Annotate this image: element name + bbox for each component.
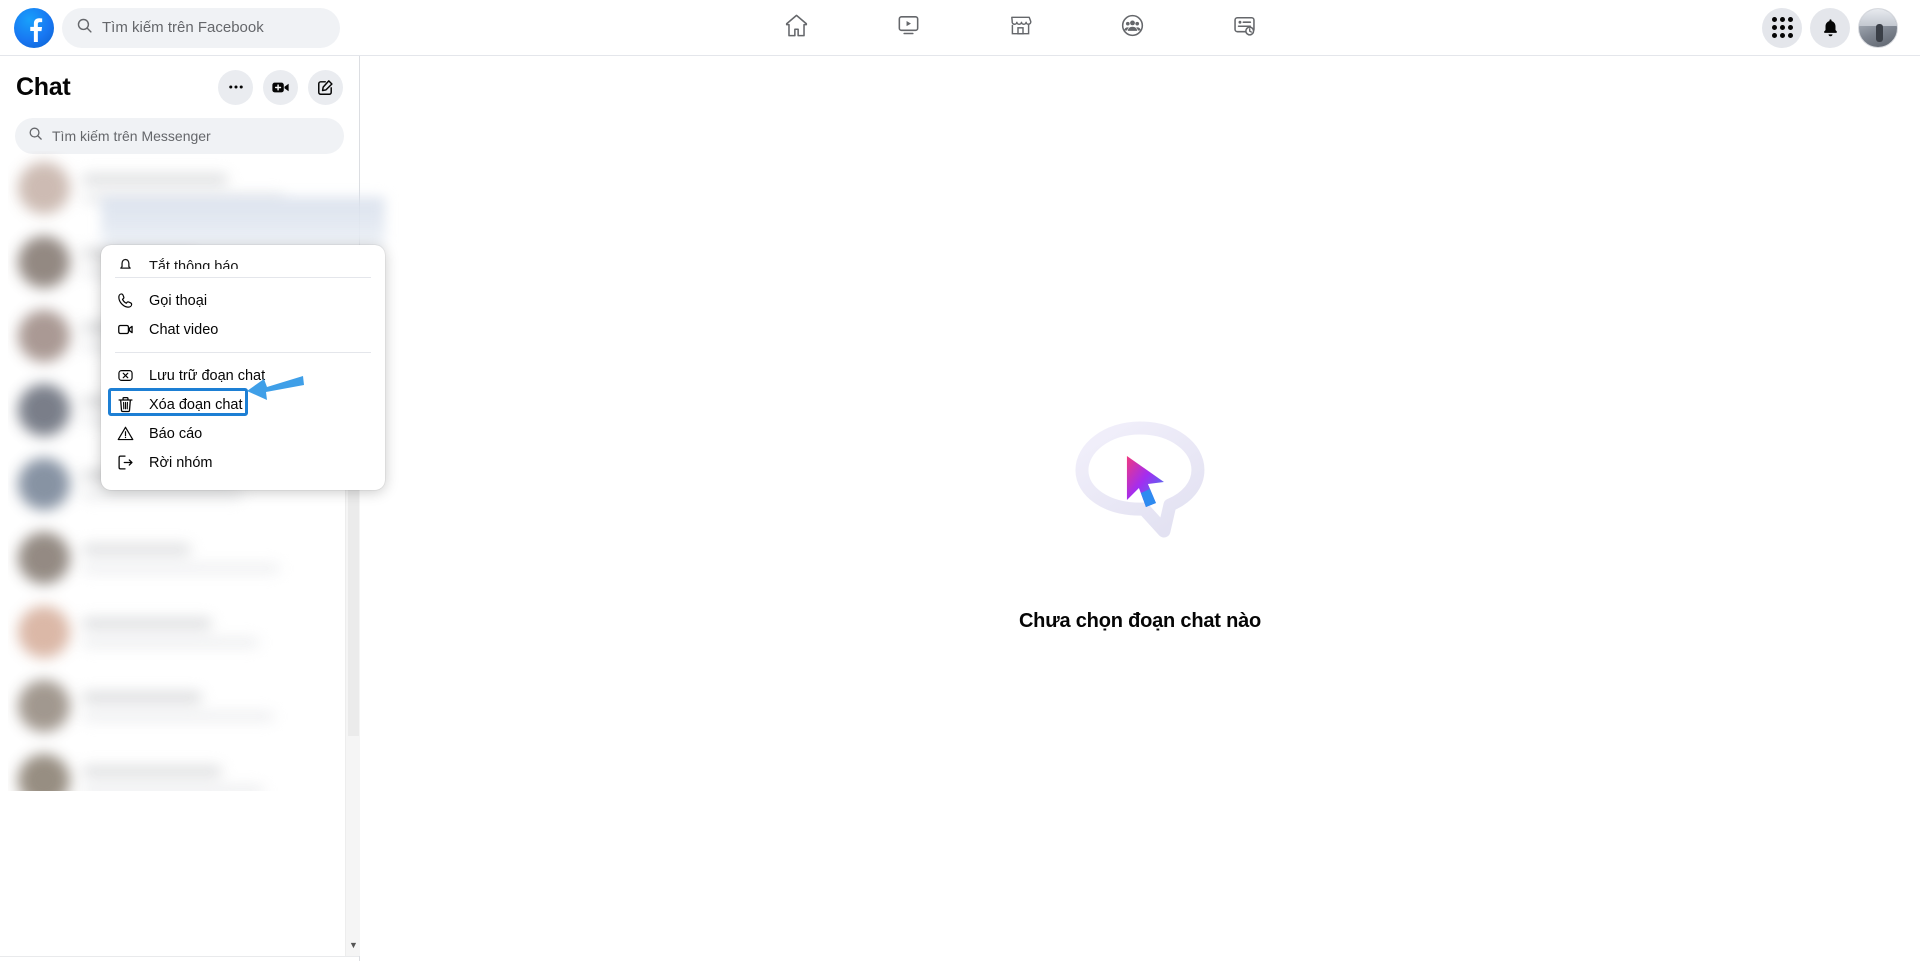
menu-item-delete-chat[interactable]: Xóa đoạn chat <box>101 390 385 419</box>
facebook-search-placeholder: Tìm kiếm trên Facebook <box>102 19 264 36</box>
menu-item-label: Gọi thoại <box>149 292 208 309</box>
top-navigation-bar: Tìm kiếm trên Facebook <box>0 0 1920 56</box>
empty-state: Chưa chọn đoạn chat nào <box>1019 414 1261 633</box>
nav-tab-gaming[interactable] <box>1188 4 1300 52</box>
menu-divider <box>115 352 371 353</box>
grid-dots <box>1771 17 1793 38</box>
conversation-pane: Chưa chọn đoạn chat nào <box>360 56 1920 961</box>
trash-icon <box>115 395 135 414</box>
chat-sidebar-header: Chat <box>0 56 359 118</box>
facebook-logo-icon[interactable] <box>14 7 54 48</box>
phone-icon <box>115 291 135 310</box>
page-title: Chat <box>16 72 71 101</box>
menu-item-video-chat[interactable]: Chat video <box>101 315 385 344</box>
menu-item-leave-group[interactable]: Rời nhóm <box>101 448 385 477</box>
video-play-icon <box>895 12 922 44</box>
nav-left-group: Tìm kiếm trên Facebook <box>0 7 420 48</box>
grid-apps-icon[interactable] <box>1762 7 1802 48</box>
facebook-messenger-window: Tìm kiếm trên Facebook Chat Tìm kiếm trê… <box>0 0 1920 961</box>
bell-muted-icon <box>115 255 135 269</box>
menu-item-label: Tắt thông báo <box>149 259 239 269</box>
groups-people-icon <box>1119 12 1146 44</box>
nav-tab-groups[interactable] <box>1076 4 1188 52</box>
menu-divider <box>115 277 371 278</box>
chevron-down-icon[interactable]: ▼ <box>346 940 361 950</box>
menu-item-label: Báo cáo <box>149 425 203 442</box>
gaming-card-icon <box>1231 12 1258 44</box>
nav-tab-video[interactable] <box>852 4 964 52</box>
speech-bubble-cursor-icon <box>1065 414 1215 554</box>
facebook-search-input[interactable]: Tìm kiếm trên Facebook <box>62 7 340 48</box>
leave-arrow-icon <box>115 453 135 472</box>
conversation-context-menu: Tắt thông báo Gọi thoại Chat video Lưu t… <box>101 245 385 490</box>
messenger-search-wrap: Tìm kiếm trên Messenger <box>0 118 359 154</box>
list-item[interactable] <box>8 669 352 743</box>
chat-header-actions <box>218 69 343 105</box>
nav-tab-home[interactable] <box>740 4 852 52</box>
menu-item-label: Chat video <box>149 321 219 338</box>
bell-icon[interactable] <box>1810 7 1850 48</box>
compose-pencil-icon[interactable] <box>308 69 343 105</box>
messenger-search-input[interactable]: Tìm kiếm trên Messenger <box>15 118 344 154</box>
menu-item-label: Xóa đoạn chat <box>149 396 243 413</box>
list-item[interactable] <box>8 743 352 791</box>
nav-tab-marketplace[interactable] <box>964 4 1076 52</box>
messenger-desktop-promo-wrap: Dùng thử Messenger dành cho Windows <box>0 956 359 961</box>
chat-sidebar: Chat Tìm kiếm trên Messenger ▼ <box>0 56 360 961</box>
marketplace-store-icon <box>1007 12 1034 44</box>
menu-item-report[interactable]: Báo cáo <box>101 419 385 448</box>
search-icon <box>76 17 93 39</box>
blurred-conversation-header <box>101 197 385 247</box>
menu-item-archive-chat[interactable]: Lưu trữ đoạn chat <box>101 361 385 390</box>
avatar[interactable] <box>1858 7 1898 48</box>
video-camera-icon <box>115 320 135 339</box>
warning-triangle-icon <box>115 424 135 443</box>
menu-item-mute[interactable]: Tắt thông báo <box>101 245 385 269</box>
search-icon <box>28 126 43 146</box>
empty-state-title: Chưa chọn đoạn chat nào <box>1018 610 1262 632</box>
list-item[interactable] <box>8 595 352 669</box>
home-icon <box>783 12 810 44</box>
menu-item-label: Rời nhóm <box>149 454 213 471</box>
video-plus-icon[interactable] <box>263 69 298 105</box>
menu-item-voice-call[interactable]: Gọi thoại <box>101 286 385 315</box>
nav-right-group <box>1620 7 1920 48</box>
annotation-arrow-icon <box>245 372 307 408</box>
list-item[interactable] <box>8 521 352 595</box>
ellipsis-icon[interactable] <box>218 69 253 105</box>
nav-tabs <box>420 4 1620 52</box>
archive-x-icon <box>115 366 135 385</box>
messenger-search-placeholder: Tìm kiếm trên Messenger <box>52 128 211 144</box>
